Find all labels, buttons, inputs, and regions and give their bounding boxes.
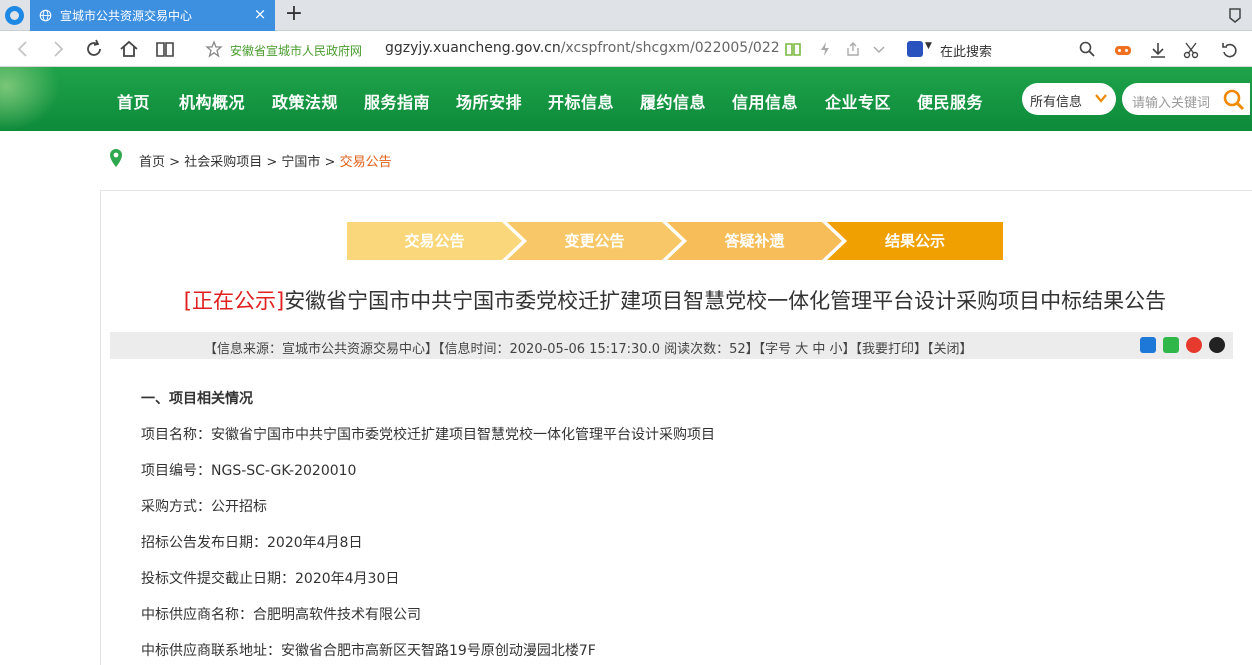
browser-search-input[interactable]: 在此搜索 — [940, 41, 992, 60]
breadcrumb-current[interactable]: 交易公告 — [340, 155, 392, 170]
tab-title: 宣城市公共资源交易中心 — [60, 9, 193, 23]
book-icon[interactable] — [784, 40, 802, 58]
browser-tab-bar: 宣城市公共资源交易中心 × + — [0, 0, 1252, 31]
breadcrumb-item-ningguo[interactable]: 宁国市 — [281, 155, 320, 170]
article-status: [正在公示] — [183, 289, 285, 313]
url-input[interactable]: ggzyjy.xuancheng.gov.cn/xcspfront/shcgxm… — [385, 40, 780, 56]
globe-icon — [39, 9, 52, 22]
nav-item-guide[interactable]: 服务指南 — [364, 89, 430, 113]
keyword-placeholder: 请输入关键词 — [1132, 96, 1211, 111]
caret-down-icon: ▼ — [925, 41, 932, 51]
share-plus-icon[interactable] — [1140, 337, 1156, 353]
undo-icon[interactable] — [1220, 40, 1240, 60]
announcement-steps: 交易公告 变更公告 答疑补遗 结果公示 — [347, 222, 1003, 260]
close-tab-icon[interactable]: × — [251, 5, 269, 23]
field-procurement-method: 采购方式：公开招标 — [141, 499, 267, 515]
browser-logo-icon[interactable] — [5, 6, 24, 25]
breadcrumb-item-social-procurement[interactable]: 社会采购项目 — [184, 155, 262, 170]
reload-icon[interactable] — [83, 38, 105, 60]
address-bar: 安徽省宣城市人民政府网 ggzyjy.xuancheng.gov.cn/xcsp… — [0, 31, 1252, 67]
url-path: /xcspfront/shcgxm/022005/022 — [560, 40, 780, 56]
field-notice-date: 招标公告发布日期：2020年4月8日 — [141, 535, 363, 551]
step-qa-supplement[interactable]: 答疑补遗 — [667, 222, 842, 260]
share-icon[interactable] — [844, 40, 862, 58]
breadcrumb-separator: > — [165, 155, 185, 170]
field-project-name: 项目名称：安徽省宁国市中共宁国市委党校迁扩建项目智慧党校一体化管理平台设计采购项… — [141, 427, 715, 443]
search-engine-select[interactable]: ▼ — [907, 39, 933, 59]
reading-mode-icon[interactable] — [154, 38, 176, 60]
field-deadline: 投标文件提交截止日期：2020年4月30日 — [141, 571, 400, 587]
back-icon[interactable] — [12, 38, 34, 60]
tab-menu-icon[interactable] — [1226, 6, 1244, 24]
bookmark-star-icon[interactable] — [205, 40, 223, 58]
search-icon[interactable] — [1222, 88, 1246, 112]
nav-item-bid-opening[interactable]: 开标信息 — [548, 89, 614, 113]
breadcrumb-item-home[interactable]: 首页 — [139, 155, 165, 170]
qq-icon[interactable] — [1209, 337, 1225, 353]
breadcrumb-separator: > — [262, 155, 282, 170]
leaf-decoration — [0, 67, 60, 131]
nav-item-performance[interactable]: 履约信息 — [640, 89, 706, 113]
nav-item-policy[interactable]: 政策法规 — [272, 89, 338, 113]
field-winner-name: 中标供应商名称：合肥明高软件技术有限公司 — [141, 607, 421, 623]
nav-item-venue[interactable]: 场所安排 — [456, 89, 522, 113]
new-tab-button[interactable]: + — [283, 3, 305, 25]
forward-icon[interactable] — [47, 38, 69, 60]
baidu-paw-icon — [907, 41, 923, 57]
section-title: 一、项目相关情况 — [141, 391, 253, 407]
article-meta-bar: 【信息来源：宣城市公共资源交易中心】【信息时间：2020-05-06 15:17… — [110, 332, 1233, 359]
home-icon[interactable] — [118, 38, 140, 60]
nav-item-home[interactable]: 首页 — [117, 89, 150, 113]
keyword-search-input[interactable]: 请输入关键词 — [1122, 83, 1250, 115]
step-result-notice[interactable]: 结果公示 — [827, 222, 1003, 260]
step-change-notice[interactable]: 变更公告 — [507, 222, 682, 260]
article-title-text: 安徽省宁国市中共宁国市委党校迁扩建项目智慧党校一体化管理平台设计采购项目中标结果… — [284, 289, 1167, 313]
weibo-icon[interactable] — [1186, 337, 1202, 353]
search-scope-label: 所有信息 — [1030, 95, 1083, 110]
step-trade-notice[interactable]: 交易公告 — [347, 222, 522, 260]
download-icon[interactable] — [1148, 40, 1168, 60]
nav-item-services[interactable]: 便民服务 — [917, 89, 983, 113]
location-pin-icon — [110, 149, 122, 167]
lightning-icon[interactable] — [816, 40, 834, 58]
chevron-down-icon[interactable] — [870, 40, 888, 58]
game-controller-icon[interactable] — [1113, 40, 1133, 60]
nav-item-about[interactable]: 机构概况 — [179, 89, 245, 113]
article-title: [正在公示]安徽省宁国市中共宁国市委党校迁扩建项目智慧党校一体化管理平台设计采购… — [0, 285, 1252, 315]
article-meta[interactable]: 【信息来源：宣城市公共资源交易中心】【信息时间：2020-05-06 15:17… — [204, 338, 973, 357]
site-name-label: 安徽省宣城市人民政府网 — [230, 44, 363, 58]
scissors-icon[interactable] — [1182, 40, 1202, 60]
nav-item-credit[interactable]: 信用信息 — [732, 89, 798, 113]
browser-tab-active[interactable]: 宣城市公共资源交易中心 × — [30, 0, 275, 31]
breadcrumb-separator: > — [320, 155, 340, 170]
site-header: 首页 机构概况 政策法规 服务指南 场所安排 开标信息 履约信息 信用信息 企业… — [0, 67, 1252, 131]
field-winner-address: 中标供应商联系地址：安徽省合肥市高新区天智路19号原创动漫园北楼7F — [141, 643, 596, 659]
wechat-icon[interactable] — [1163, 337, 1179, 353]
field-project-number: 项目编号：NGS-SC-GK-2020010 — [141, 463, 357, 479]
search-scope-select[interactable]: 所有信息 — [1022, 83, 1116, 115]
breadcrumb-trail: 首页 > 社会采购项目 > 宁国市 > 交易公告 — [139, 151, 392, 170]
search-icon[interactable] — [1078, 40, 1096, 58]
nav-item-enterprise[interactable]: 企业专区 — [825, 89, 891, 113]
url-host: ggzyjy.xuancheng.gov.cn — [385, 40, 561, 56]
chevron-down-icon — [1095, 94, 1107, 103]
